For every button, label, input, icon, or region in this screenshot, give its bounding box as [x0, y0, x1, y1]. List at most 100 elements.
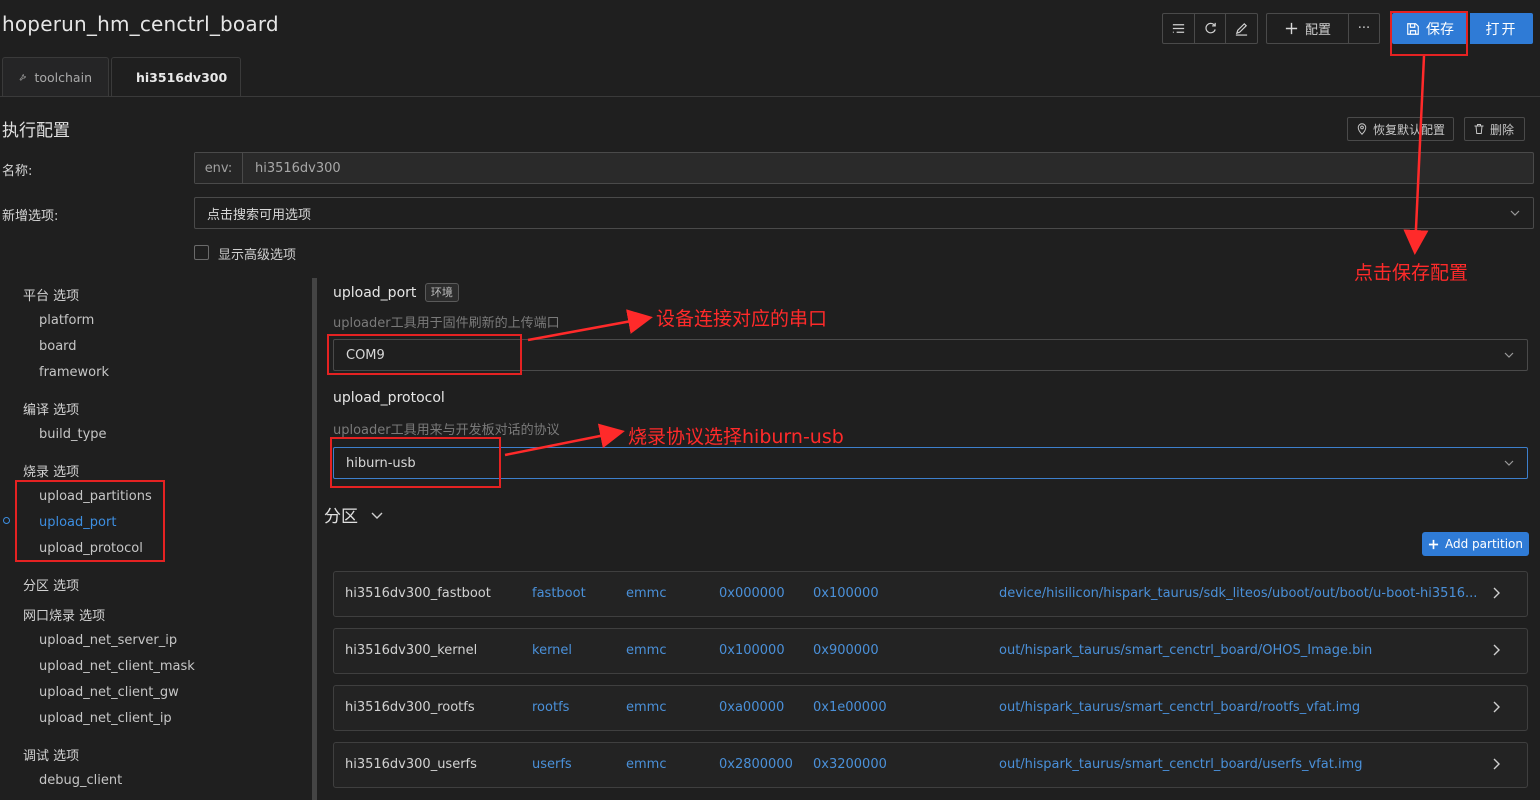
plus-icon: [1428, 539, 1439, 549]
chevron-down-icon: [1504, 460, 1514, 466]
partition-path: out/hispark_taurus/smart_cenctrl_board/u…: [999, 757, 1363, 772]
partition-type: rootfs: [532, 700, 570, 715]
add-config-label: 配置: [1304, 23, 1331, 38]
nav-item-net-client-gw[interactable]: upload_net_client_gw: [39, 685, 179, 700]
chevron-right-icon[interactable]: [1489, 586, 1503, 604]
nav-group-build[interactable]: 编译 选项: [23, 399, 79, 418]
tab-hi3516dv300[interactable]: hi3516dv300: [111, 57, 241, 97]
upload-protocol-description: uploader工具用来与开发板对话的协议: [333, 423, 560, 438]
nav-item-framework[interactable]: framework: [39, 365, 109, 380]
env-value: hi3516dv300: [255, 160, 341, 176]
nav-item-platform[interactable]: platform: [39, 313, 94, 328]
edit-button[interactable]: [1226, 14, 1257, 43]
config-toolbar: 配置 ···: [1266, 13, 1380, 44]
partition-start: 0xa00000: [719, 700, 785, 715]
tab-label: hi3516dv300: [136, 70, 228, 85]
partition-row[interactable]: hi3516dv300_kernel kernel emmc 0x100000 …: [333, 628, 1528, 674]
nav-item-debug-client[interactable]: debug_client: [39, 773, 122, 788]
env-name-field[interactable]: env: hi3516dv300: [194, 152, 1534, 184]
nav-group-net-upload[interactable]: 网口烧录 选项: [23, 605, 105, 624]
partition-type: fastboot: [532, 586, 586, 601]
partition-length: 0x3200000: [813, 757, 887, 772]
nav-item-net-client-mask[interactable]: upload_net_client_mask: [39, 659, 195, 674]
partition-path: device/hisilicon/hispark_taurus/sdk_lite…: [999, 586, 1478, 601]
nav-item-board[interactable]: board: [39, 339, 77, 354]
nav-item-net-server-ip[interactable]: upload_net_server_ip: [39, 633, 177, 648]
nav-item-net-client-ip[interactable]: upload_net_client_ip: [39, 711, 172, 726]
view-toolbar: [1162, 13, 1258, 44]
partition-medium: emmc: [626, 700, 667, 715]
partition-row[interactable]: hi3516dv300_rootfs rootfs emmc 0xa00000 …: [333, 685, 1528, 731]
partition-length: 0x1e00000: [813, 700, 887, 715]
upload-protocol-label: upload_protocol: [333, 390, 445, 406]
tab-label: toolchain: [34, 70, 92, 85]
section-title: 执行配置: [2, 121, 70, 141]
plus-icon: [1285, 22, 1298, 35]
active-indicator: [3, 517, 10, 524]
partition-type: kernel: [532, 643, 573, 658]
upload-protocol-select[interactable]: hiburn-usb: [333, 447, 1528, 479]
show-advanced-checkbox[interactable]: [194, 245, 209, 260]
partition-type: userfs: [532, 757, 572, 772]
add-option-select[interactable]: 点击搜索可用选项: [194, 197, 1534, 229]
tab-divider: [0, 96, 1540, 97]
partition-length: 0x100000: [813, 586, 879, 601]
upload-port-label: upload_port 环境: [333, 283, 459, 302]
open-button[interactable]: 打开: [1470, 13, 1533, 44]
partition-start: 0x100000: [719, 643, 785, 658]
list-button[interactable]: [1163, 14, 1195, 43]
upload-port-description: uploader工具用于固件刷新的上传端口: [333, 316, 560, 331]
wrench-icon: [19, 74, 26, 81]
annotation-box-port: [327, 334, 522, 375]
annotation-save-note: 点击保存配置: [1354, 262, 1469, 284]
upload-port-name: upload_port: [333, 285, 417, 301]
restore-defaults-button[interactable]: 恢复默认配置: [1347, 117, 1454, 141]
nav-group-upload[interactable]: 烧录 选项: [23, 461, 79, 480]
annotation-arrows: [504, 55, 1429, 457]
nav-group-debug[interactable]: 调试 选项: [23, 745, 79, 764]
open-label: 打开: [1485, 21, 1518, 38]
env-prefix: env:: [195, 153, 243, 183]
annotation-box-sidebar: [15, 480, 165, 562]
location-pin-icon: [1357, 123, 1367, 135]
list-icon: [1172, 24, 1184, 33]
more-label: ···: [1357, 21, 1371, 36]
partition-start: 0x000000: [719, 586, 785, 601]
chevron-down-icon: [1504, 352, 1514, 358]
refresh-icon: [1204, 22, 1216, 34]
tab-toolchain[interactable]: toolchain: [2, 57, 109, 97]
annotation-box-protocol: [330, 437, 501, 488]
env-tag-badge: 环境: [424, 283, 459, 302]
partition-medium: emmc: [626, 586, 667, 601]
sidebar-scrollbar[interactable]: [312, 278, 317, 800]
nav-group-platform[interactable]: 平台 选项: [23, 285, 79, 304]
partition-medium: emmc: [626, 757, 667, 772]
nav-group-partition[interactable]: 分区 选项: [23, 575, 79, 594]
chevron-down-icon: [371, 512, 383, 519]
partition-length: 0x900000: [813, 643, 879, 658]
partition-name: hi3516dv300_rootfs: [345, 700, 475, 715]
chevron-right-icon[interactable]: [1489, 757, 1503, 775]
chevron-right-icon[interactable]: [1489, 700, 1503, 718]
delete-button[interactable]: 删除: [1464, 117, 1525, 141]
delete-label: 删除: [1490, 122, 1515, 137]
partition-start: 0x2800000: [719, 757, 793, 772]
partition-section-toggle[interactable]: 分区: [324, 502, 384, 527]
window-title: hoperun_hm_cenctrl_board: [2, 12, 279, 36]
partition-name: hi3516dv300_userfs: [345, 757, 477, 772]
chevron-right-icon[interactable]: [1489, 643, 1503, 661]
add-partition-button[interactable]: Add partition: [1422, 532, 1529, 556]
show-advanced-label: 显示高级选项: [218, 248, 297, 263]
partition-row[interactable]: hi3516dv300_userfs userfs emmc 0x2800000…: [333, 742, 1528, 788]
nav-item-build-type[interactable]: build_type: [39, 427, 107, 442]
annotation-protocol-note: 烧录协议选择hiburn-usb: [628, 426, 844, 448]
add-config-button[interactable]: 配置: [1267, 14, 1349, 43]
partition-row[interactable]: hi3516dv300_fastboot fastboot emmc 0x000…: [333, 571, 1528, 617]
refresh-button[interactable]: [1195, 14, 1227, 43]
add-partition-label: Add partition: [1445, 537, 1523, 551]
partition-name: hi3516dv300_fastboot: [345, 586, 491, 601]
chevron-down-icon: [1510, 210, 1520, 216]
name-label: 名称:: [2, 164, 33, 179]
more-button[interactable]: ···: [1349, 14, 1379, 43]
add-option-placeholder: 点击搜索可用选项: [207, 207, 312, 223]
